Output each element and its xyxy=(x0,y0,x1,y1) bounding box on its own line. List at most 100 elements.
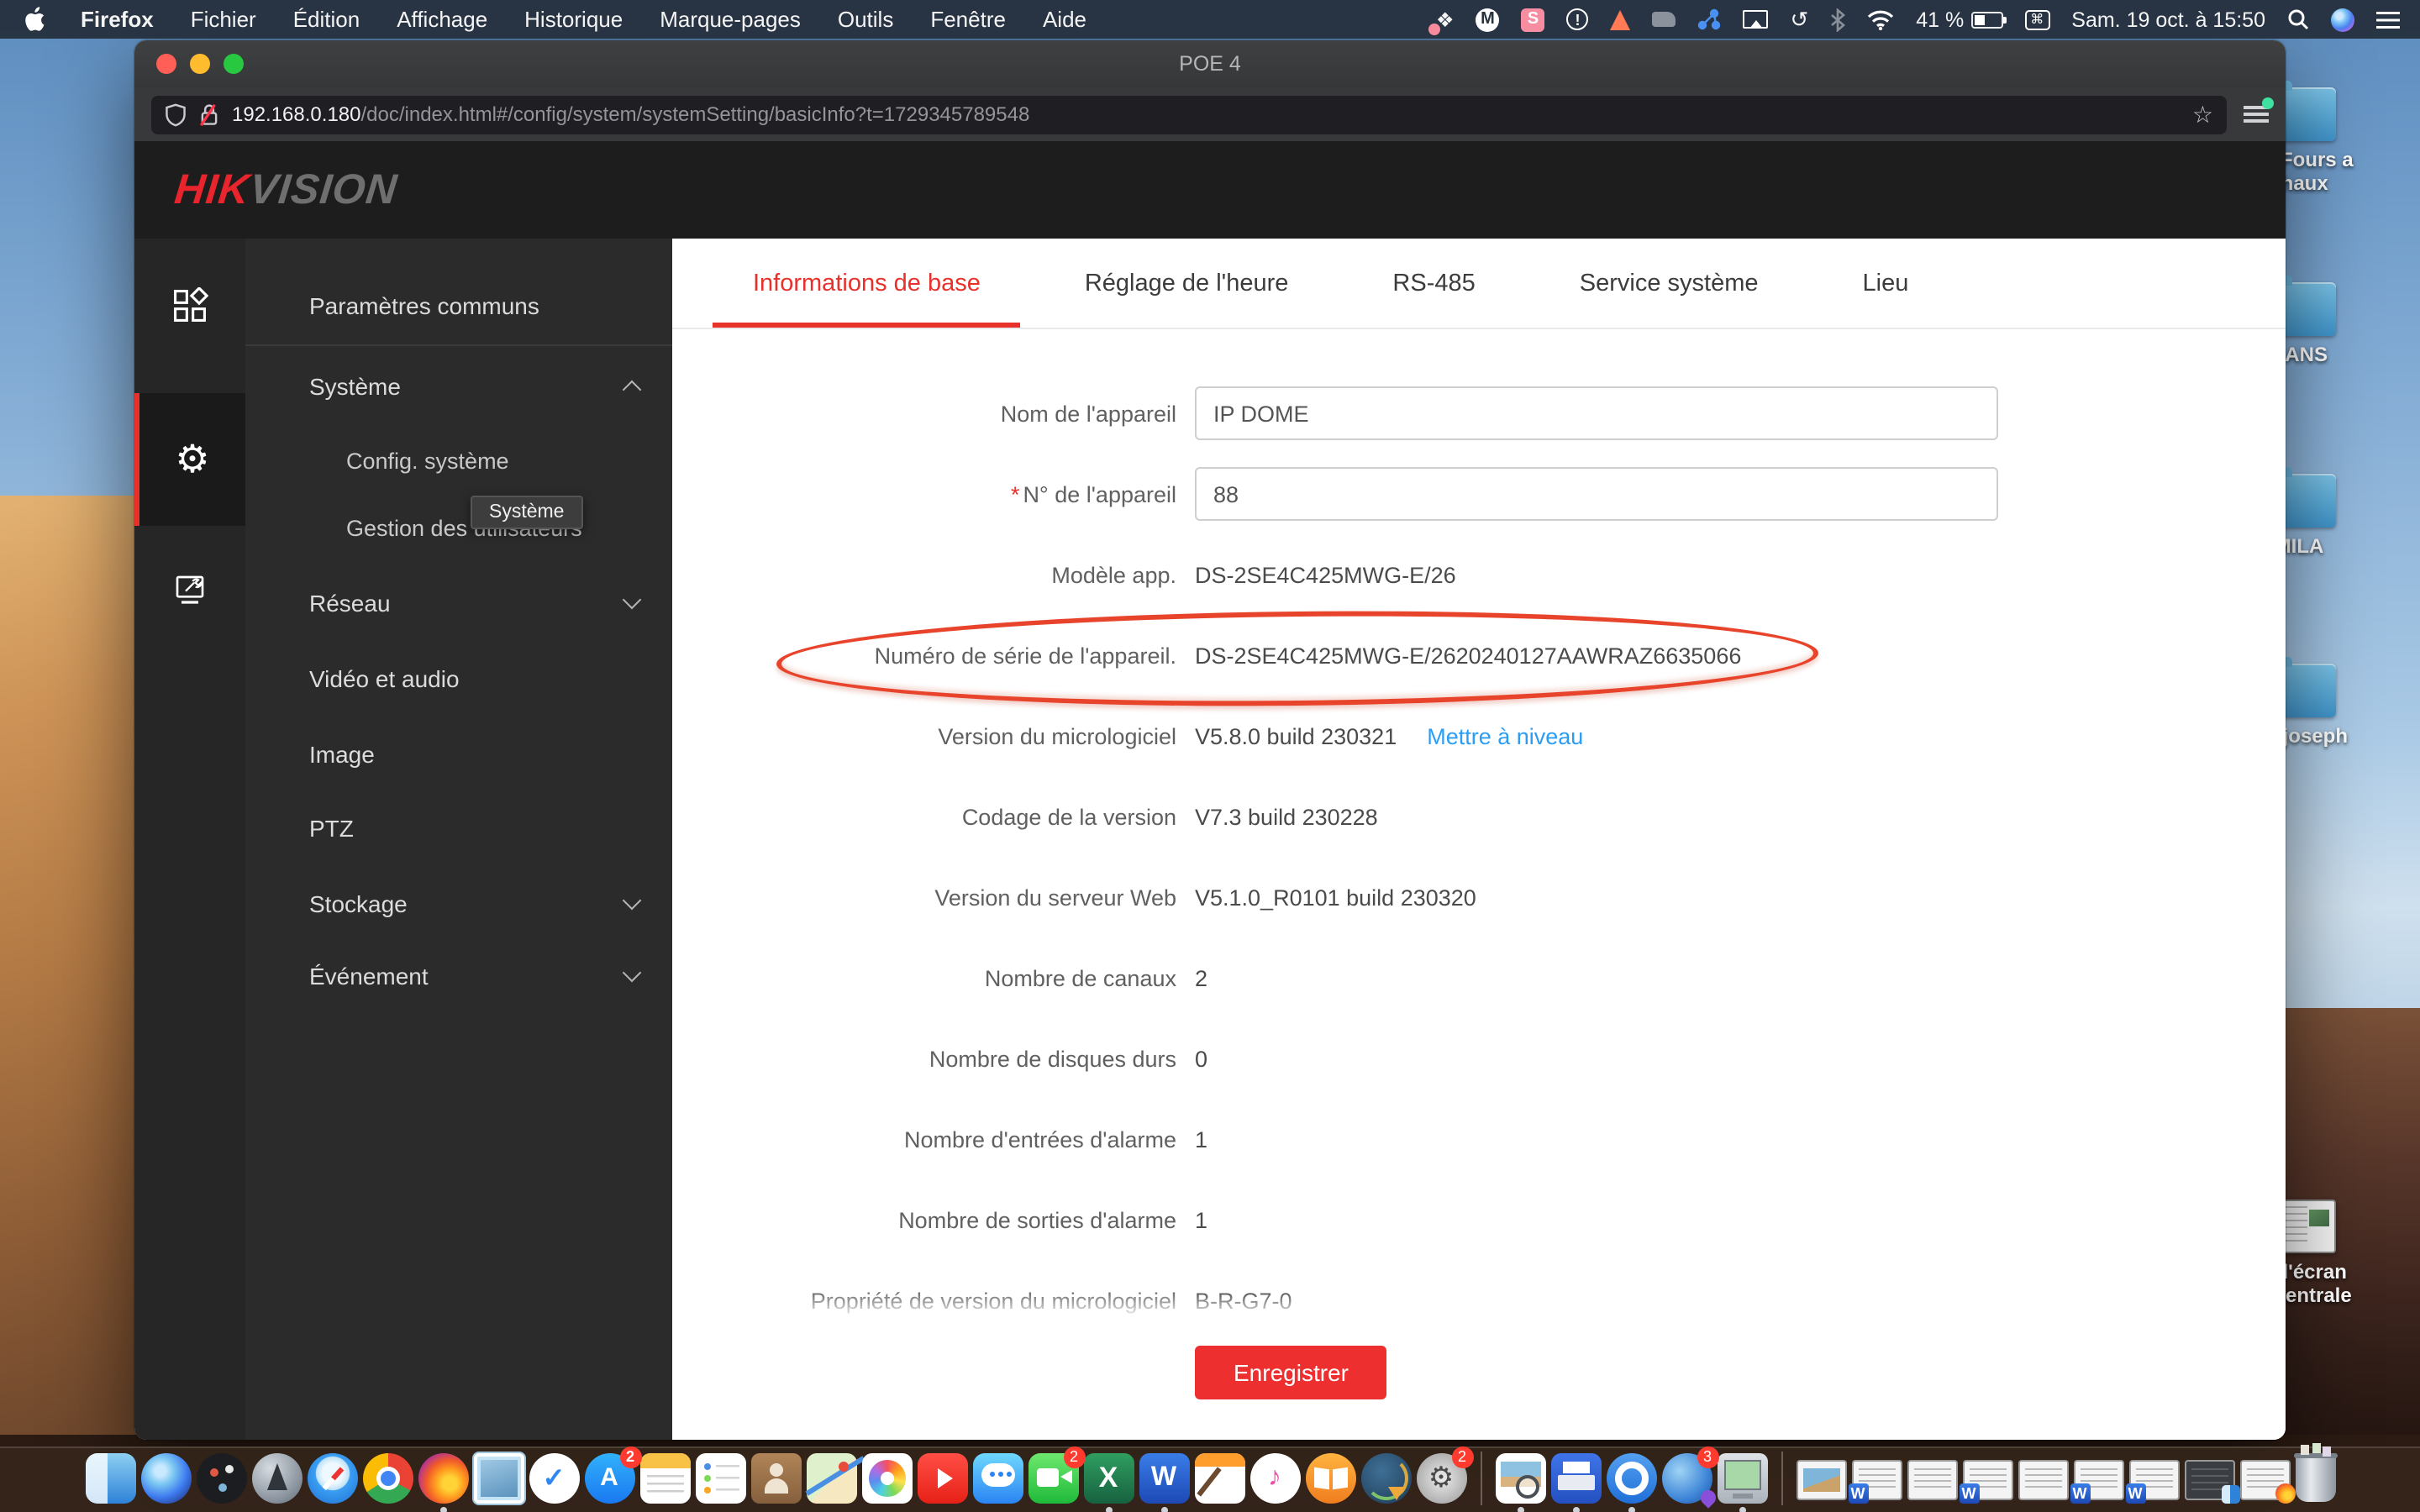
printer-icon[interactable] xyxy=(1550,1452,1601,1503)
system-preferences-icon[interactable]: ⚙2 xyxy=(1416,1452,1466,1503)
contacts-icon[interactable] xyxy=(750,1452,801,1503)
time-machine-icon[interactable]: ↺ xyxy=(1790,8,1808,30)
sidebar-item-stockage[interactable]: Stockage xyxy=(245,867,672,941)
tasks-icon[interactable]: ✓ xyxy=(529,1452,579,1503)
bookmark-star-icon[interactable]: ☆ xyxy=(2192,102,2213,126)
notification-center-icon[interactable] xyxy=(2376,11,2400,28)
sidebar-item-label: PTZ xyxy=(309,815,354,842)
tab-service-syst-me[interactable]: Service système xyxy=(1539,239,1799,328)
upgrade-link[interactable]: Mettre à niveau xyxy=(1427,723,1583,748)
screen-sharing-icon[interactable] xyxy=(1717,1452,1767,1503)
field-input-1[interactable] xyxy=(1195,467,1998,521)
m-app-icon[interactable]: M xyxy=(1476,8,1499,31)
minimized-window[interactable] xyxy=(2239,1460,2290,1500)
settings-rail-item[interactable]: ⚙ xyxy=(134,393,245,526)
save-button[interactable]: Enregistrer xyxy=(1195,1346,1387,1399)
finder-icon[interactable] xyxy=(85,1452,135,1503)
trash-icon[interactable] xyxy=(2295,1453,2335,1502)
minimized-window[interactable] xyxy=(2018,1460,2068,1500)
share-nodes-icon[interactable] xyxy=(1697,8,1721,30)
globe-pin-app-icon[interactable]: 3 xyxy=(1661,1452,1712,1503)
notes-icon[interactable] xyxy=(639,1452,690,1503)
minimized-window[interactable] xyxy=(2184,1460,2234,1500)
safari-icon[interactable] xyxy=(307,1452,357,1503)
sidebar-item-vid-o-et-audio[interactable]: Vidéo et audio xyxy=(245,642,672,716)
input-source-icon[interactable]: ⌘ xyxy=(2024,9,2049,29)
sidebar-item-syst-me[interactable]: Système xyxy=(245,349,672,423)
sidebar-item-r-seau[interactable]: Réseau xyxy=(245,566,672,640)
close-window-button[interactable] xyxy=(156,54,176,74)
menu-item-historique[interactable]: Historique xyxy=(506,0,641,39)
shield-icon[interactable] xyxy=(165,102,187,127)
diamonds-app-icon[interactable]: ❖ xyxy=(1436,8,1455,31)
insecure-lock-icon[interactable] xyxy=(198,102,220,127)
sidebar-item--v-nement[interactable]: Événement xyxy=(245,939,672,1013)
airplay-display-icon[interactable] xyxy=(1743,10,1768,29)
menu-item-fen-tre[interactable]: Fenêtre xyxy=(912,0,1024,39)
menu-item-firefox[interactable]: Firefox xyxy=(62,0,172,39)
menu-item-affichage[interactable]: Affichage xyxy=(378,0,506,39)
itunes-icon[interactable]: ♪ xyxy=(1249,1452,1300,1503)
info-app-icon[interactable]: ! xyxy=(1566,8,1588,30)
battery-indicator[interactable]: 41 %↯ xyxy=(1916,8,2002,31)
firefox-icon[interactable] xyxy=(418,1452,468,1503)
preview-icon[interactable] xyxy=(1495,1452,1545,1503)
minimized-window[interactable]: W xyxy=(2073,1460,2123,1500)
wifi-icon[interactable] xyxy=(1867,9,1894,29)
menu-item-marque-pages[interactable]: Marque-pages xyxy=(641,0,819,39)
minimized-window[interactable]: W xyxy=(1962,1460,2012,1500)
maps-icon[interactable] xyxy=(806,1452,856,1503)
bluetooth-icon[interactable] xyxy=(1830,8,1845,31)
sidebar-item-image[interactable]: Image xyxy=(245,717,672,791)
chrome-icon[interactable] xyxy=(362,1452,413,1503)
zoom-window-button[interactable] xyxy=(224,54,244,74)
siri-dock-icon[interactable] xyxy=(140,1452,191,1503)
tab-informations-de-base[interactable]: Informations de base xyxy=(713,239,1021,328)
youtube-icon[interactable] xyxy=(917,1452,967,1503)
minimized-window[interactable] xyxy=(1796,1460,1846,1500)
sidebar-item-ptz[interactable]: PTZ xyxy=(245,791,672,865)
dashboard-icon[interactable] xyxy=(196,1452,246,1503)
sidebar-item-gestion-des-utilisateurs[interactable]: Gestion des utilisateurs xyxy=(245,491,672,564)
mail-icon[interactable] xyxy=(473,1452,523,1503)
tab-lieu[interactable]: Lieu xyxy=(1823,239,1949,328)
spotlight-icon[interactable] xyxy=(2287,8,2309,30)
pages-icon[interactable] xyxy=(1194,1452,1244,1503)
reminders-icon[interactable] xyxy=(695,1452,745,1503)
tab-r-glage-de-l-heure[interactable]: Réglage de l'heure xyxy=(1044,239,1329,328)
menu-item-aide[interactable]: Aide xyxy=(1024,0,1105,39)
menu-item-fichier[interactable]: Fichier xyxy=(172,0,275,39)
url-text[interactable]: 192.168.0.180/doc/index.html#/config/sys… xyxy=(232,102,1029,126)
app-store-icon[interactable]: A2 xyxy=(584,1452,634,1503)
apple-menu[interactable] xyxy=(0,0,62,39)
camera-app-icon[interactable] xyxy=(1652,12,1676,27)
excel-icon[interactable]: X xyxy=(1083,1452,1134,1503)
launchpad-icon[interactable] xyxy=(251,1452,302,1503)
firefox-menu-icon[interactable] xyxy=(2244,104,2269,124)
sidebar-item-config-syst-me[interactable]: Config. système xyxy=(245,423,672,497)
maintenance-icon[interactable] xyxy=(134,553,245,627)
minimized-window[interactable]: W xyxy=(2128,1460,2179,1500)
word-icon[interactable]: W xyxy=(1139,1452,1189,1503)
menu-item--dition[interactable]: Édition xyxy=(275,0,379,39)
minimized-window[interactable] xyxy=(1907,1460,1957,1500)
vlc-cone-icon[interactable] xyxy=(1610,9,1630,29)
minimize-window-button[interactable] xyxy=(190,54,210,74)
books-icon[interactable] xyxy=(1305,1452,1355,1503)
url-bar[interactable]: 192.168.0.180/doc/index.html#/config/sys… xyxy=(151,95,2227,134)
minimized-window[interactable]: W xyxy=(1851,1460,1902,1500)
field-input-0[interactable] xyxy=(1195,386,1998,440)
title-bar[interactable]: POE 4 xyxy=(134,40,2286,87)
tab-rs-485[interactable]: RS-485 xyxy=(1352,239,1515,328)
menu-bar-clock[interactable]: Sam. 19 oct. à 15:50 xyxy=(2071,8,2265,31)
sidebar-item-param-tres-communs[interactable]: Paramètres communs xyxy=(245,269,672,343)
s-app-icon[interactable]: S xyxy=(1521,8,1544,31)
modules-grid-icon[interactable] xyxy=(134,269,245,343)
downloads-globe-icon[interactable] xyxy=(1360,1452,1411,1503)
photos-icon[interactable] xyxy=(861,1452,912,1503)
circle-o-app-icon[interactable] xyxy=(1606,1452,1656,1503)
messages-icon[interactable] xyxy=(972,1452,1023,1503)
menu-item-outils[interactable]: Outils xyxy=(819,0,912,39)
siri-icon[interactable] xyxy=(2331,8,2354,31)
facetime-icon[interactable]: 2 xyxy=(1028,1452,1078,1503)
